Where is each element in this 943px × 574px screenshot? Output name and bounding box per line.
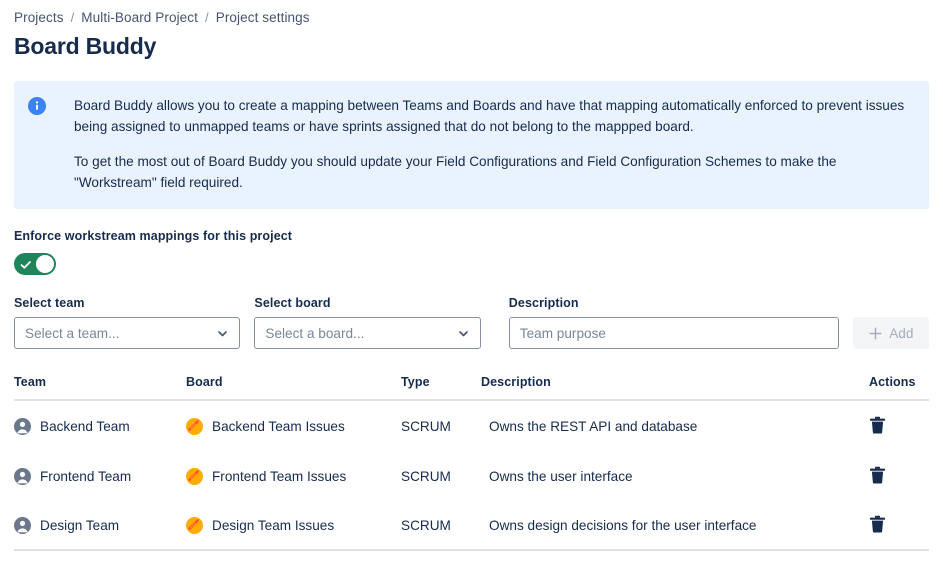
cell-board: Design Team Issues (186, 517, 401, 534)
cell-team-label: Design Team (40, 518, 119, 533)
enforce-toggle-label: Enforce workstream mappings for this pro… (14, 229, 929, 243)
cell-team: Design Team (14, 517, 186, 534)
chevron-down-icon (216, 327, 229, 340)
cell-description: Owns design decisions for the user inter… (481, 518, 869, 533)
delete-mapping-button[interactable] (869, 515, 886, 536)
toggle-knob (36, 255, 54, 273)
breadcrumb-separator: / (71, 10, 75, 26)
cell-board-label: Frontend Team Issues (212, 469, 346, 484)
table-row: Frontend Team Frontend Team Issues SCRUM… (14, 451, 929, 501)
cell-type: SCRUM (401, 518, 481, 533)
select-board-value: Select a board... (265, 326, 364, 341)
description-label: Description (509, 296, 839, 310)
enforce-workstream-toggle[interactable] (14, 253, 56, 275)
add-button-label: Add (889, 326, 913, 341)
avatar-icon (14, 468, 31, 485)
cell-board-label: Design Team Issues (212, 518, 334, 533)
description-field: Description (509, 296, 839, 349)
delete-mapping-button[interactable] (869, 416, 886, 437)
table-header-row: Team Board Type Description Actions (14, 375, 929, 401)
cell-team: Frontend Team (14, 468, 186, 485)
cell-actions (869, 466, 929, 487)
avatar-icon (14, 418, 31, 435)
column-header-type: Type (401, 375, 481, 389)
cell-type: SCRUM (401, 469, 481, 484)
trash-icon (869, 416, 886, 437)
scrum-board-icon (186, 468, 203, 485)
mapping-form: Select team Select a team... Select boar… (14, 296, 929, 349)
check-icon (20, 258, 32, 276)
cell-team-label: Backend Team (40, 419, 130, 434)
breadcrumb: Projects / Multi-Board Project / Project… (14, 0, 929, 26)
avatar-icon (14, 517, 31, 534)
select-team-field: Select team Select a team... (14, 296, 240, 349)
info-icon (28, 97, 46, 115)
cell-description: Owns the REST API and database (481, 419, 869, 434)
select-board-field: Select board Select a board... (254, 296, 480, 349)
cell-description: Owns the user interface (481, 469, 869, 484)
cell-team: Backend Team (14, 418, 186, 435)
info-banner: Board Buddy allows you to create a mappi… (14, 81, 929, 209)
select-team-dropdown[interactable]: Select a team... (14, 317, 240, 349)
description-input[interactable] (520, 326, 828, 341)
table-row: Design Team Design Team Issues SCRUM Own… (14, 501, 929, 551)
trash-icon (869, 515, 886, 536)
project-settings-page: Projects / Multi-Board Project / Project… (0, 0, 943, 574)
breadcrumb-item-projects[interactable]: Projects (14, 10, 64, 26)
scrum-board-icon (186, 418, 203, 435)
column-header-team: Team (14, 375, 186, 389)
page-title: Board Buddy (14, 32, 929, 60)
select-team-value: Select a team... (25, 326, 119, 341)
cell-board-label: Backend Team Issues (212, 419, 345, 434)
select-board-label: Select board (254, 296, 480, 310)
cell-board: Backend Team Issues (186, 418, 401, 435)
chevron-down-icon (457, 327, 470, 340)
select-board-dropdown[interactable]: Select a board... (254, 317, 480, 349)
trash-icon (869, 466, 886, 487)
add-button[interactable]: Add (853, 317, 929, 349)
breadcrumb-item-multi-board-project[interactable]: Multi-Board Project (81, 10, 198, 26)
column-header-board: Board (186, 375, 401, 389)
cell-team-label: Frontend Team (40, 469, 131, 484)
breadcrumb-separator: / (205, 10, 209, 26)
plus-icon (868, 326, 883, 341)
column-header-description: Description (481, 375, 869, 389)
select-team-label: Select team (14, 296, 240, 310)
delete-mapping-button[interactable] (869, 466, 886, 487)
cell-actions (869, 416, 929, 437)
info-banner-paragraph-1: Board Buddy allows you to create a mappi… (74, 95, 913, 137)
description-input-wrapper[interactable] (509, 317, 839, 349)
info-banner-paragraph-2: To get the most out of Board Buddy you s… (74, 151, 913, 193)
info-banner-body: Board Buddy allows you to create a mappi… (74, 95, 913, 193)
cell-actions (869, 515, 929, 536)
table-row: Backend Team Backend Team Issues SCRUM O… (14, 401, 929, 451)
breadcrumb-item-project-settings[interactable]: Project settings (216, 10, 310, 26)
column-header-actions: Actions (869, 375, 929, 389)
cell-board: Frontend Team Issues (186, 468, 401, 485)
scrum-board-icon (186, 517, 203, 534)
cell-type: SCRUM (401, 419, 481, 434)
team-board-mapping-table: Team Board Type Description Actions Back… (14, 375, 929, 551)
